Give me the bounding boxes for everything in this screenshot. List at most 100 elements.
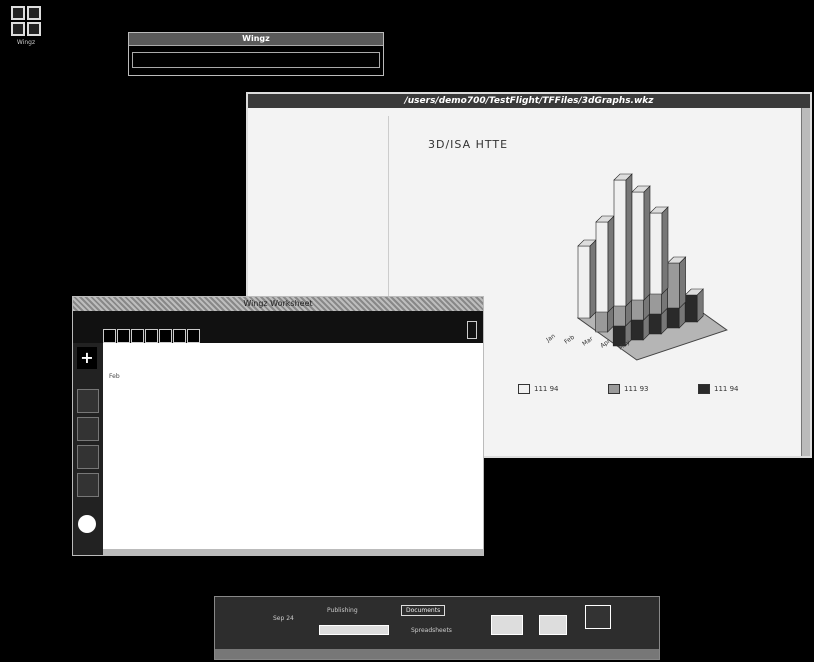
table-cell[interactable]	[335, 474, 415, 487]
publishing-label[interactable]: Publishing	[327, 607, 358, 614]
table-cell[interactable]	[255, 383, 335, 396]
table-cell[interactable]	[335, 422, 415, 435]
table-cell[interactable]	[255, 448, 335, 461]
chart-vertical-scrollbar[interactable]	[801, 108, 810, 456]
table-cell[interactable]: Feb	[105, 370, 175, 383]
table-cell[interactable]	[415, 487, 475, 500]
table-row[interactable]	[105, 487, 477, 500]
table-cell[interactable]	[335, 526, 415, 539]
table-row[interactable]: Feb	[105, 370, 477, 383]
table-row[interactable]	[105, 383, 477, 396]
table-cell[interactable]	[105, 487, 175, 500]
spreadsheet-title-bar[interactable]: Wingz Worksheet	[73, 297, 483, 311]
table-cell[interactable]	[415, 513, 475, 526]
dock-selection-bar[interactable]	[319, 625, 389, 635]
sheet-tab[interactable]	[103, 329, 116, 343]
table-cell[interactable]	[175, 435, 255, 448]
table-row[interactable]	[105, 435, 477, 448]
table-cell[interactable]	[175, 357, 255, 370]
wingz-title-bar[interactable]: Wingz	[129, 33, 383, 46]
table-cell[interactable]	[175, 370, 255, 383]
table-cell[interactable]	[335, 461, 415, 474]
table-row[interactable]	[105, 409, 477, 422]
tool-button[interactable]	[77, 473, 99, 497]
table-cell[interactable]	[255, 396, 335, 409]
table-cell[interactable]	[335, 448, 415, 461]
table-cell[interactable]	[415, 461, 475, 474]
table-cell[interactable]	[105, 500, 175, 513]
sheet-tab[interactable]	[117, 329, 130, 343]
table-cell[interactable]	[105, 383, 175, 396]
table-cell[interactable]	[415, 448, 475, 461]
spreadsheet-grid[interactable]: Feb	[105, 357, 477, 552]
table-cell[interactable]	[415, 526, 475, 539]
table-cell[interactable]	[105, 396, 175, 409]
table-cell[interactable]	[415, 396, 475, 409]
table-cell[interactable]	[105, 409, 175, 422]
table-cell[interactable]	[105, 461, 175, 474]
table-cell[interactable]	[105, 474, 175, 487]
computer-icon[interactable]	[585, 605, 611, 629]
table-cell[interactable]	[105, 526, 175, 539]
table-cell[interactable]	[415, 383, 475, 396]
table-cell[interactable]	[335, 500, 415, 513]
table-cell[interactable]	[335, 513, 415, 526]
table-cell[interactable]	[175, 461, 255, 474]
tool-button[interactable]	[77, 445, 99, 469]
table-cell[interactable]	[415, 435, 475, 448]
table-cell[interactable]	[415, 409, 475, 422]
sheet-tab[interactable]	[131, 329, 144, 343]
table-cell[interactable]	[175, 448, 255, 461]
table-cell[interactable]	[335, 383, 415, 396]
circle-tool-icon[interactable]	[78, 515, 96, 533]
table-cell[interactable]	[175, 526, 255, 539]
table-cell[interactable]	[255, 422, 335, 435]
table-cell[interactable]	[175, 487, 255, 500]
table-cell[interactable]	[175, 422, 255, 435]
table-cell[interactable]	[175, 383, 255, 396]
toolbar-corner-button[interactable]	[467, 321, 477, 339]
table-cell[interactable]	[335, 409, 415, 422]
table-cell[interactable]	[175, 474, 255, 487]
spreadsheet-horizontal-scrollbar[interactable]	[103, 549, 483, 555]
table-cell[interactable]	[255, 357, 335, 370]
table-cell[interactable]	[335, 435, 415, 448]
table-cell[interactable]	[105, 513, 175, 526]
sheet-tab[interactable]	[145, 329, 158, 343]
sheet-tab[interactable]	[159, 329, 172, 343]
table-cell[interactable]	[255, 461, 335, 474]
table-row[interactable]	[105, 422, 477, 435]
table-cell[interactable]	[105, 422, 175, 435]
table-row[interactable]	[105, 500, 477, 513]
tool-button[interactable]	[77, 389, 99, 413]
table-cell[interactable]	[415, 474, 475, 487]
table-cell[interactable]	[255, 513, 335, 526]
printer-icon[interactable]	[491, 615, 523, 635]
table-cell[interactable]	[335, 370, 415, 383]
table-cell[interactable]	[105, 435, 175, 448]
wingz-desktop-icon[interactable]: Wingz	[8, 6, 44, 50]
table-cell[interactable]	[255, 435, 335, 448]
sheet-tab[interactable]	[187, 329, 200, 343]
table-cell[interactable]	[255, 370, 335, 383]
table-row[interactable]	[105, 448, 477, 461]
sheet-tab[interactable]	[173, 329, 186, 343]
table-row[interactable]	[105, 513, 477, 526]
table-cell[interactable]	[415, 357, 475, 370]
table-row[interactable]	[105, 396, 477, 409]
wingz-window[interactable]: Wingz	[128, 32, 384, 76]
chart-window-title-bar[interactable]: /users/demo700/TestFlight/TFFiles/3dGrap…	[248, 94, 810, 108]
spreadsheets-label[interactable]: Spreadsheets	[411, 627, 452, 634]
table-cell[interactable]	[335, 357, 415, 370]
plus-icon[interactable]: +	[77, 347, 97, 369]
table-row[interactable]	[105, 474, 477, 487]
table-cell[interactable]	[255, 409, 335, 422]
table-cell[interactable]	[255, 474, 335, 487]
spreadsheet-window[interactable]: Wingz Worksheet + Feb	[72, 296, 484, 556]
table-cell[interactable]	[255, 487, 335, 500]
table-row[interactable]	[105, 357, 477, 370]
table-cell[interactable]	[105, 448, 175, 461]
table-cell[interactable]	[175, 500, 255, 513]
drive-icon[interactable]	[539, 615, 567, 635]
table-cell[interactable]	[105, 357, 175, 370]
